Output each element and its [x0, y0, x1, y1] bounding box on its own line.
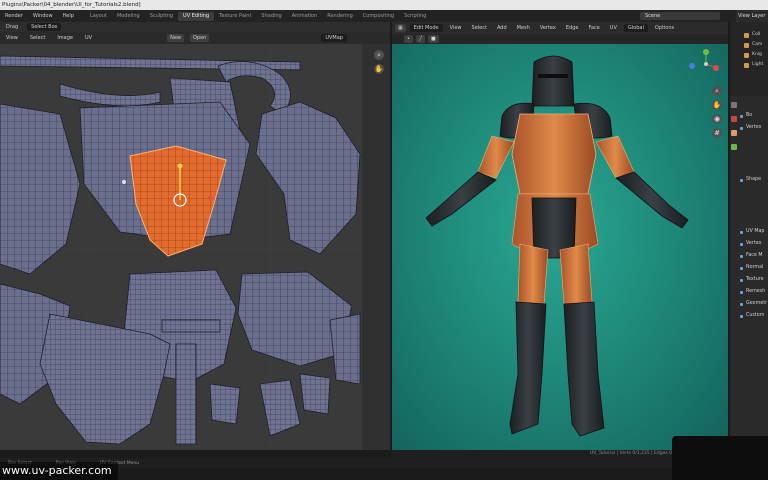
tab-modeling[interactable]: Modeling: [112, 12, 145, 21]
pan-hand-icon-viewport[interactable]: ✋: [712, 100, 722, 110]
uv-layout: [0, 44, 362, 450]
collection-icon: [744, 33, 749, 38]
outliner-panel: Coll Cam Knig Light: [730, 22, 768, 96]
grid-icon[interactable]: #: [712, 128, 722, 138]
mesh-object-icon: [744, 53, 749, 58]
prop-row[interactable]: Custom: [730, 310, 768, 322]
outliner-row[interactable]: Knig: [730, 50, 768, 60]
scene-field[interactable]: Scene: [640, 12, 720, 20]
watermark-text: www.uv-packer.com: [0, 462, 118, 480]
tab-sculpting[interactable]: Sculpting: [145, 12, 178, 21]
prop-row[interactable]: UV Map: [730, 226, 768, 238]
new-image-button[interactable]: New: [167, 34, 184, 42]
prop-row[interactable]: Face M: [730, 250, 768, 262]
outliner-row[interactable]: Light: [730, 60, 768, 70]
interaction-mode-dropdown[interactable]: Edit Mode: [409, 24, 443, 32]
zoom-icon-viewport[interactable]: ⌕: [712, 86, 722, 96]
edge-select-icon[interactable]: ╱: [415, 35, 425, 43]
drag-mode-label: Drag: [6, 24, 19, 30]
tab-shading[interactable]: Shading: [256, 12, 286, 21]
uvmap-field[interactable]: UVMap: [321, 34, 347, 42]
prop-row[interactable]: Texture: [730, 274, 768, 286]
scene-selector: Scene: [640, 10, 720, 22]
tab-rendering[interactable]: Rendering: [322, 12, 358, 21]
tool-tab-icon[interactable]: [731, 102, 737, 108]
prop-row[interactable]: Bo: [730, 110, 768, 122]
editor-type-icon[interactable]: ▦: [395, 24, 406, 32]
prop-row[interactable]: Normal: [730, 262, 768, 274]
window-title-bar: Plugins\Packer\04_blender\UI_for_Tutoria…: [0, 0, 768, 10]
corner-overlay: [672, 436, 768, 480]
vp-menu-mesh[interactable]: Mesh: [514, 24, 533, 32]
tab-texture-paint[interactable]: Texture Paint: [214, 12, 256, 21]
vp-menu-add[interactable]: Add: [494, 24, 510, 32]
open-image-button[interactable]: Open: [189, 34, 210, 42]
vp-menu-select[interactable]: Select: [469, 24, 490, 32]
menu-help[interactable]: Help: [58, 13, 79, 19]
viewport-header: ▦ Edit Mode View Select Add Mesh Vertex …: [392, 22, 728, 34]
data-tab-icon[interactable]: [731, 144, 737, 150]
tab-uv-editing[interactable]: UV Editing: [178, 11, 215, 21]
vp-menu-uv[interactable]: UV: [607, 24, 620, 32]
uv-island-selected: [129, 145, 227, 257]
menu-render[interactable]: Render: [0, 13, 28, 19]
navigation-gizmo[interactable]: [392, 44, 728, 450]
uv-island-left-torso: [0, 103, 81, 275]
zoom-icon[interactable]: ⌕: [374, 50, 384, 60]
viewport-tool-strip: • ╱ ■: [392, 34, 728, 44]
tab-layout[interactable]: Layout: [85, 12, 112, 21]
vp-menu-vertex[interactable]: Vertex: [537, 24, 559, 32]
select-box-dropdown[interactable]: Select Box: [27, 23, 62, 31]
uv-editor-header: View Select Image UV New Open UVMap: [0, 32, 390, 44]
options-dropdown[interactable]: Options: [652, 24, 677, 32]
vp-menu-face[interactable]: Face: [585, 24, 602, 32]
vertex-select-icon[interactable]: •: [404, 35, 413, 43]
uv-editor-side-strip: ⌕ ✋: [362, 44, 390, 450]
vp-menu-view[interactable]: View: [447, 24, 465, 32]
uv-tool-header: Drag Select Box: [0, 22, 390, 32]
outliner-row[interactable]: Cam: [730, 40, 768, 50]
orientation-dropdown[interactable]: Global: [623, 24, 648, 32]
camera-object-icon: [744, 43, 749, 48]
prop-row[interactable]: Geometr: [730, 298, 768, 310]
blender-window: Plugins\Packer\04_blender\UI_for_Tutoria…: [0, 0, 768, 480]
menu-window[interactable]: Window: [28, 13, 58, 19]
uv-menu-select[interactable]: Select: [27, 34, 48, 42]
properties-panel: Bo Vertex Shape UV Map Vertex Face M Nor…: [730, 96, 768, 458]
uv-menu-view[interactable]: View: [3, 34, 21, 42]
prop-row[interactable]: Vertex: [730, 238, 768, 250]
uv-island-shoulder: [255, 101, 361, 255]
view-layer-field[interactable]: View Layer: [736, 10, 768, 22]
prop-row[interactable]: Vertex: [730, 122, 768, 134]
uv-menu-uv[interactable]: UV: [82, 34, 95, 42]
window-title: Plugins\Packer\04_blender\UI_for_Tutoria…: [2, 2, 141, 8]
tab-animation[interactable]: Animation: [287, 12, 323, 21]
tab-compositing[interactable]: Compositing: [358, 12, 399, 21]
camera-icon[interactable]: ◉: [712, 114, 722, 124]
vp-menu-edge[interactable]: Edge: [563, 24, 582, 32]
uv-editor-canvas[interactable]: [0, 44, 362, 450]
face-select-icon[interactable]: ■: [427, 35, 439, 43]
3d-viewport[interactable]: ⌕ ✋ ◉ #: [392, 44, 728, 450]
prop-row[interactable]: Remesh: [730, 286, 768, 298]
tab-scripting[interactable]: Scripting: [399, 12, 431, 21]
light-object-icon: [744, 63, 749, 68]
prop-row[interactable]: Shape: [730, 174, 768, 186]
outliner-row[interactable]: Coll: [730, 30, 768, 40]
uv-menu-image[interactable]: Image: [54, 34, 76, 42]
pan-hand-icon[interactable]: ✋: [374, 64, 384, 74]
